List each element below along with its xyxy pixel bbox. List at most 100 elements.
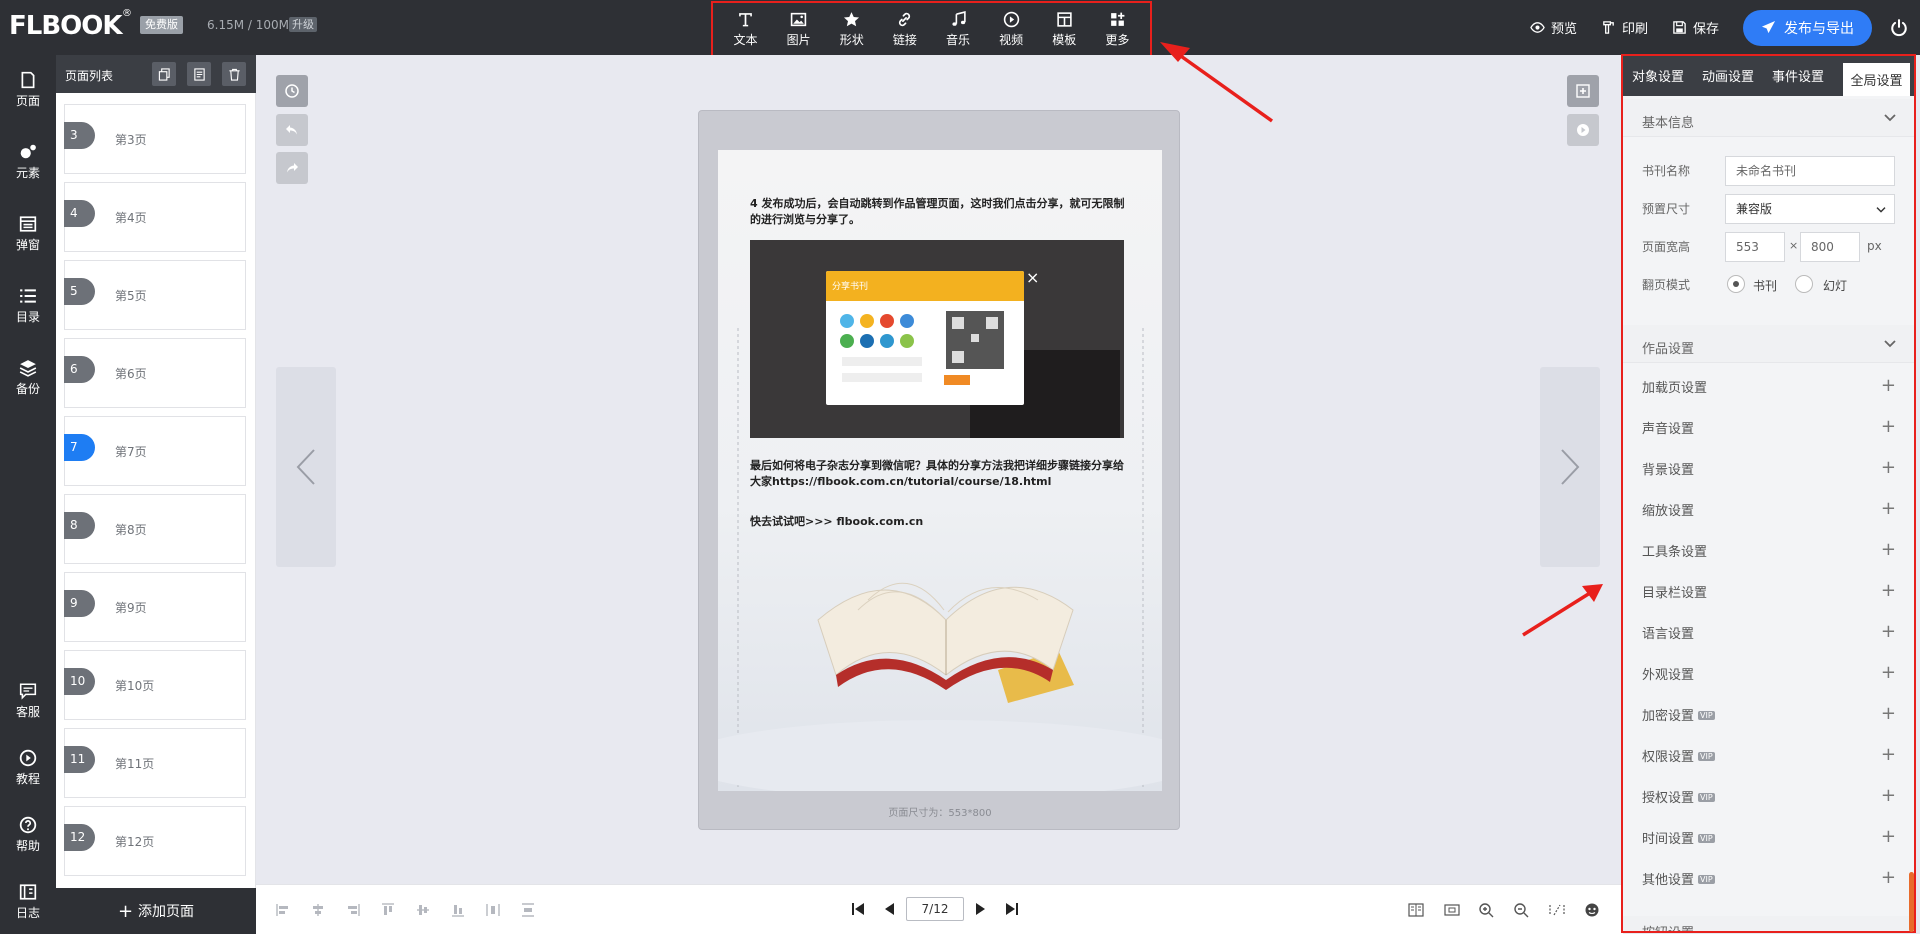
row-sound[interactable]: 声音设置 + [1623, 406, 1914, 447]
paste-page-button[interactable] [187, 62, 211, 86]
page-thumbnails: 3 第3页 4 第4页 5 第5页 6 第6页 7 第7页 8 第8页 9 第9页 10 第10… [56, 93, 256, 888]
next-page-icon[interactable] [972, 901, 988, 917]
prev-page-icon[interactable] [882, 901, 898, 917]
nav-help[interactable]: 帮助 [0, 816, 56, 854]
page-item[interactable]: 10 第10页 [64, 650, 246, 720]
flip-mode-book-radio[interactable] [1727, 275, 1745, 293]
page-item[interactable]: 3 第3页 [64, 104, 246, 174]
play-preview-button[interactable] [1567, 114, 1599, 146]
print-button[interactable]: 印刷 [1601, 18, 1648, 37]
row-authorization[interactable]: 授权设置 VIP + [1623, 775, 1914, 816]
page-item[interactable]: 4 第4页 [64, 182, 246, 252]
row-zoom[interactable]: 缩放设置 + [1623, 488, 1914, 529]
undo-button[interactable] [276, 114, 308, 146]
section-button-settings[interactable]: 按钮设置 [1623, 916, 1914, 931]
bottom-toolbar: 7/12 [256, 884, 1623, 934]
page-item[interactable]: 8 第8页 [64, 494, 246, 564]
row-loading-page[interactable]: 加载页设置 + [1623, 365, 1914, 406]
page-number-input[interactable]: 7/12 [906, 897, 964, 921]
row-permission[interactable]: 权限设置 VIP + [1623, 734, 1914, 775]
tool-shape[interactable]: 形状 [827, 11, 877, 48]
align-top-icon[interactable] [381, 903, 395, 917]
last-page-icon[interactable] [1004, 901, 1020, 917]
tool-more[interactable]: 更多 [1092, 11, 1142, 48]
align-bottom-icon[interactable] [451, 903, 465, 917]
row-background[interactable]: 背景设置 + [1623, 447, 1914, 488]
zoom-in-icon[interactable] [1478, 902, 1494, 918]
row-other[interactable]: 其他设置 VIP + [1623, 857, 1914, 898]
copy-page-button[interactable] [152, 62, 176, 86]
tool-text[interactable]: 文本 [721, 11, 771, 48]
row-encryption[interactable]: 加密设置 VIP + [1623, 693, 1914, 734]
guides-icon[interactable] [1549, 902, 1565, 918]
power-icon[interactable] [1890, 18, 1908, 37]
section-work-settings[interactable]: 作品设置 [1623, 325, 1914, 363]
preview-button[interactable]: 预览 [1530, 18, 1577, 37]
history-button[interactable] [276, 75, 308, 107]
nav-popup[interactable]: 弹窗 [0, 215, 56, 253]
section-basic-info[interactable]: 基本信息 [1623, 99, 1914, 137]
row-time[interactable]: 时间设置 VIP + [1623, 816, 1914, 857]
tool-music[interactable]: 音乐 [933, 11, 983, 48]
flip-mode-slide-radio[interactable] [1795, 275, 1813, 293]
nav-elements[interactable]: 元素 [0, 143, 56, 181]
save-button[interactable]: 保存 [1672, 18, 1719, 37]
book-view-icon[interactable] [1408, 902, 1424, 918]
align-right-icon[interactable] [346, 903, 360, 917]
preset-size-select[interactable]: 兼容版 [1725, 194, 1895, 224]
distribute-horizontal-icon[interactable] [486, 903, 500, 917]
redo-button[interactable] [276, 152, 308, 184]
page-item[interactable]: 11 第11页 [64, 728, 246, 798]
nav-log[interactable]: 日志 [0, 883, 56, 921]
page-list-header: 页面列表 [56, 55, 256, 93]
panel-scrollbar[interactable] [1909, 872, 1914, 932]
distribute-vertical-icon[interactable] [521, 903, 535, 917]
align-center-icon[interactable] [311, 903, 325, 917]
page-item[interactable]: 12 第12页 [64, 806, 246, 876]
page-item[interactable]: 5 第5页 [64, 260, 246, 330]
prev-page-arrow[interactable] [276, 367, 336, 567]
fit-screen-icon[interactable] [1444, 902, 1460, 918]
book-name-input[interactable]: 未命名书刊 [1725, 156, 1895, 186]
page-item-active[interactable]: 7 第7页 [64, 416, 246, 486]
chevron-down-icon [1876, 207, 1886, 213]
next-page-arrow[interactable] [1540, 367, 1600, 567]
row-language[interactable]: 语言设置 + [1623, 611, 1914, 652]
first-page-icon[interactable] [850, 901, 866, 917]
row-appearance[interactable]: 外观设置 + [1623, 652, 1914, 693]
book-frame: 4 发布成功后，会自动跳转到作品管理页面，这时我们点击分享，就可无限制的进行浏览… [698, 110, 1180, 830]
row-toc-bar[interactable]: 目录栏设置 + [1623, 570, 1914, 611]
align-left-icon[interactable] [276, 903, 290, 917]
nav-support[interactable]: 客服 [0, 682, 56, 720]
nav-tutorial[interactable]: 教程 [0, 749, 56, 787]
emoji-icon[interactable] [1584, 902, 1600, 918]
row-toolbar[interactable]: 工具条设置 + [1623, 529, 1914, 570]
page-width-input[interactable]: 553 [1725, 232, 1785, 262]
insert-toolbar: 文本 图片 形状 链接 音乐 视频 模板 更多 [711, 1, 1152, 58]
tab-object-settings[interactable]: 对象设置 [1623, 56, 1693, 96]
upgrade-button[interactable]: 升级 [289, 17, 317, 32]
nav-page[interactable]: 页面 [0, 71, 56, 109]
tab-animation-settings[interactable]: 动画设置 [1693, 56, 1763, 96]
popup-icon [19, 216, 37, 232]
tab-global-settings[interactable]: 全局设置 [1843, 60, 1910, 96]
add-page-button[interactable]: + 添加页面 [56, 888, 256, 934]
nav-backup[interactable]: 备份 [0, 359, 56, 397]
add-page-quick-button[interactable] [1567, 75, 1599, 107]
tab-event-settings[interactable]: 事件设置 [1763, 56, 1833, 96]
delete-page-button[interactable] [222, 62, 246, 86]
align-middle-icon[interactable] [416, 903, 430, 917]
vip-badge: VIP [1698, 875, 1715, 884]
page-item[interactable]: 6 第6页 [64, 338, 246, 408]
zoom-out-icon[interactable] [1513, 902, 1529, 918]
page-item[interactable]: 9 第9页 [64, 572, 246, 642]
nav-toc[interactable]: 目录 [0, 287, 56, 325]
publish-export-button[interactable]: 发布与导出 [1743, 9, 1872, 46]
tool-video[interactable]: 视频 [986, 11, 1036, 48]
tool-template[interactable]: 模板 [1039, 11, 1089, 48]
tool-image[interactable]: 图片 [774, 11, 824, 48]
plus-icon: + [1880, 498, 1896, 519]
tool-link[interactable]: 链接 [880, 11, 930, 48]
page-height-input[interactable]: 800 [1800, 232, 1860, 262]
book-page[interactable]: 4 发布成功后，会自动跳转到作品管理页面，这时我们点击分享，就可无限制的进行浏览… [718, 150, 1162, 791]
